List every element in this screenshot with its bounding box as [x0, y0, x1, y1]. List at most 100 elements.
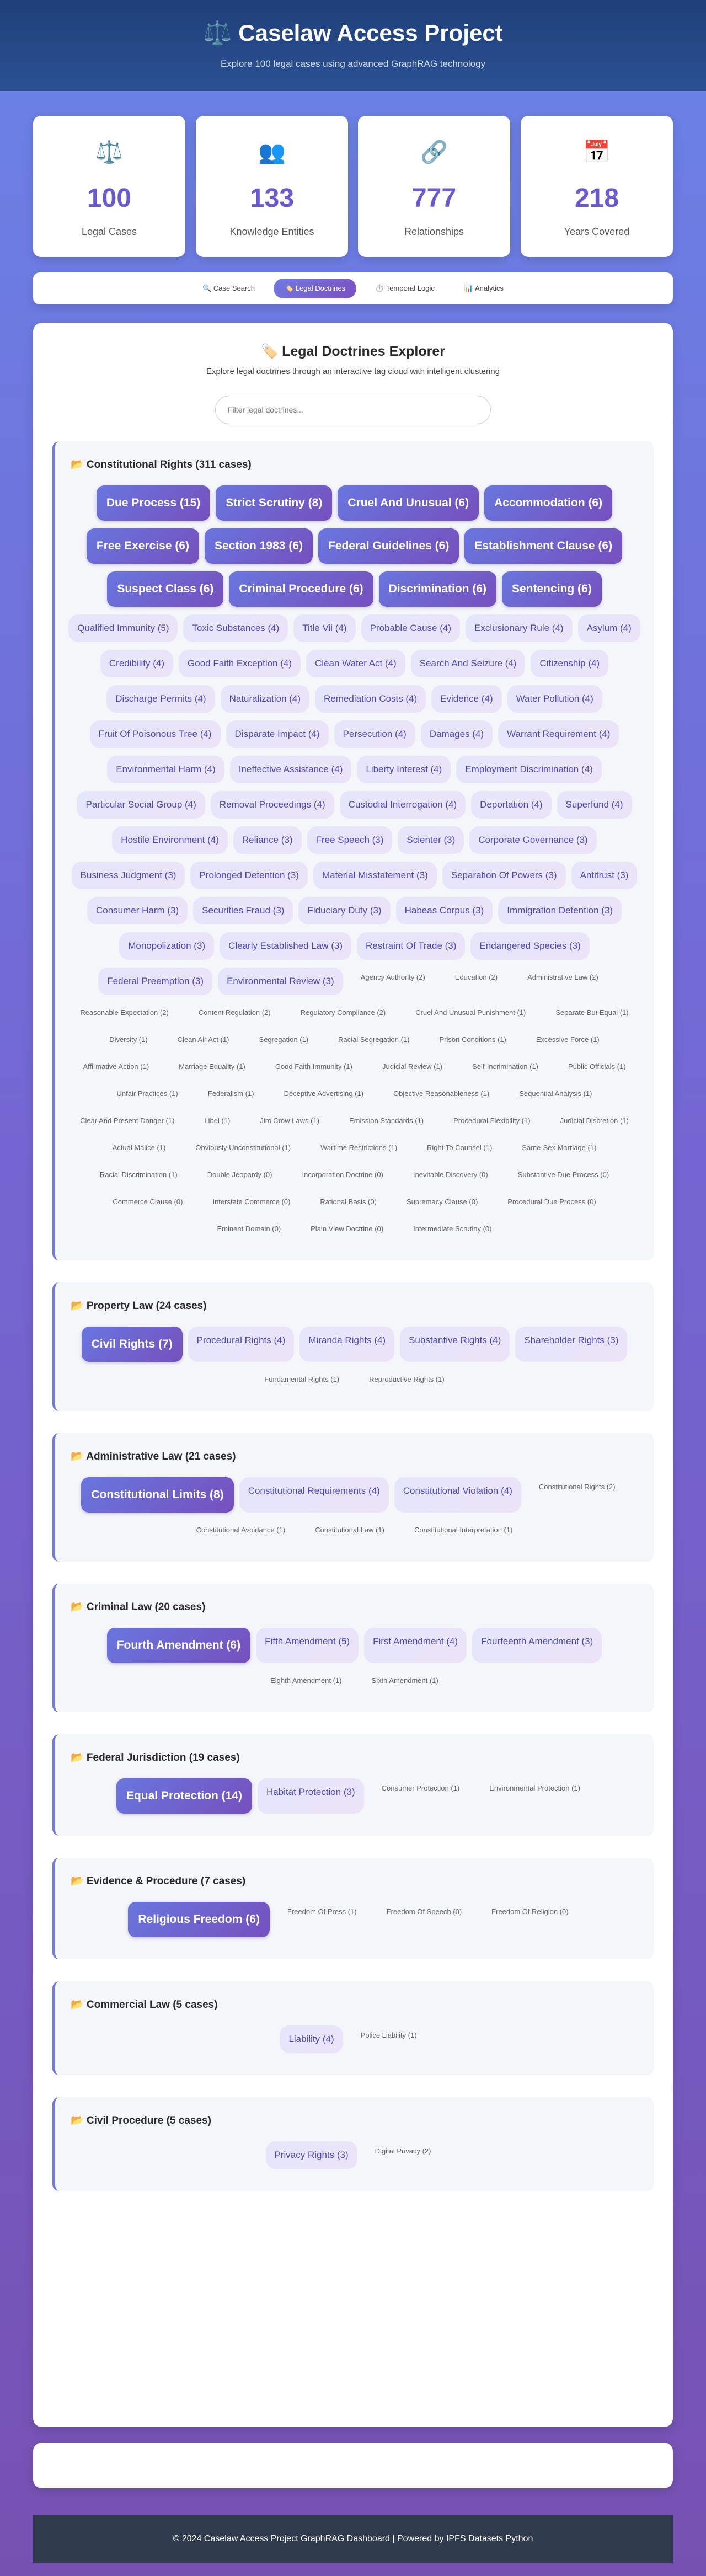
doctrine-tag[interactable]: Damages (4) — [420, 720, 493, 748]
doctrine-tag[interactable]: Double Jeopardy (0) — [195, 1165, 285, 1184]
doctrine-tag[interactable]: Civil Rights (7) — [81, 1327, 183, 1362]
doctrine-tag[interactable]: Inevitable Discovery (0) — [401, 1165, 500, 1184]
doctrine-tag[interactable]: Qualified Immunity (5) — [68, 614, 178, 642]
doctrine-tag[interactable]: Removal Proceedings (4) — [210, 791, 334, 819]
doctrine-tag[interactable]: Reproductive Rights (1) — [357, 1370, 457, 1389]
doctrine-tag[interactable]: Ineffective Assistance (4) — [229, 756, 352, 783]
doctrine-tag[interactable]: Prolonged Detention (3) — [190, 862, 308, 889]
doctrine-tag[interactable]: Commerce Clause (0) — [100, 1192, 195, 1211]
doctrine-tag[interactable]: Endangered Species (3) — [470, 932, 590, 960]
doctrine-tag[interactable]: Procedural Flexibility (1) — [441, 1111, 542, 1130]
doctrine-tag[interactable]: Diversity (1) — [97, 1030, 159, 1049]
doctrine-tag[interactable]: Scienter (3) — [398, 826, 464, 854]
doctrine-tag[interactable]: Free Exercise (6) — [86, 528, 200, 564]
doctrine-tag[interactable]: Excessive Force (1) — [524, 1030, 612, 1049]
doctrine-tag[interactable]: Habeas Corpus (3) — [395, 897, 493, 924]
doctrine-tag[interactable]: Liability (4) — [280, 2025, 343, 2053]
doctrine-tag[interactable]: Strict Scrutiny (8) — [216, 485, 333, 521]
doctrine-tag[interactable]: Clean Water Act (4) — [306, 650, 405, 677]
doctrine-tag[interactable]: Hostile Environment (4) — [112, 826, 228, 854]
doctrine-tag[interactable]: Constitutional Violation (4) — [394, 1477, 521, 1513]
doctrine-tag[interactable]: Federal Guidelines (6) — [318, 528, 459, 564]
doctrine-tag[interactable]: Unfair Practices (1) — [105, 1084, 190, 1103]
doctrine-tag[interactable]: Federal Preemption (3) — [98, 968, 213, 995]
doctrine-tag[interactable]: Regulatory Compliance (2) — [288, 1003, 398, 1022]
doctrine-tag[interactable]: Plain View Doctrine (0) — [298, 1219, 395, 1238]
doctrine-tag[interactable]: Judicial Review (1) — [370, 1057, 454, 1076]
doctrine-tag[interactable]: Persecution (4) — [334, 720, 415, 748]
doctrine-tag[interactable]: Constitutional Law (1) — [303, 1520, 397, 1540]
doctrine-tag[interactable]: Cruel And Unusual (6) — [338, 485, 479, 521]
doctrine-tag[interactable]: Sentencing (6) — [502, 571, 602, 607]
doctrine-tag[interactable]: Fifth Amendment (5) — [256, 1628, 359, 1663]
doctrine-tag[interactable]: Libel (1) — [192, 1111, 242, 1130]
doctrine-tag[interactable]: Criminal Procedure (6) — [229, 571, 373, 607]
doctrine-tag[interactable]: Constitutional Requirements (4) — [239, 1477, 389, 1513]
doctrine-tag[interactable]: Sequential Analysis (1) — [507, 1084, 604, 1103]
doctrine-tag[interactable]: Toxic Substances (4) — [183, 614, 288, 642]
doctrine-tag[interactable]: Miranda Rights (4) — [299, 1327, 395, 1362]
doctrine-tag[interactable]: Intermediate Scrutiny (0) — [401, 1219, 504, 1238]
doctrine-tag[interactable]: Cruel And Unusual Punishment (1) — [403, 1003, 538, 1022]
doctrine-tag[interactable]: Racial Discrimination (1) — [88, 1165, 190, 1184]
doctrine-tag[interactable]: Shareholder Rights (3) — [515, 1327, 628, 1362]
doctrine-tag[interactable]: Free Speech (3) — [307, 826, 393, 854]
doctrine-tag[interactable]: Consumer Harm (3) — [87, 897, 188, 924]
doctrine-tag[interactable]: Fiduciary Duty (3) — [298, 897, 391, 924]
doctrine-tag[interactable]: Liberty Interest (4) — [357, 756, 451, 783]
doctrine-tag[interactable]: Business Judgment (3) — [71, 862, 185, 889]
doctrine-tag[interactable]: Section 1983 (6) — [205, 528, 313, 564]
doctrine-tag[interactable]: Objective Reasonableness (1) — [381, 1084, 501, 1103]
doctrine-tag[interactable]: Obviously Unconstitutional (1) — [183, 1138, 303, 1157]
doctrine-tag[interactable]: Reasonable Expectation (2) — [68, 1003, 180, 1022]
doctrine-tag[interactable]: Consumer Protection (1) — [370, 1778, 472, 1814]
tab-analytics[interactable]: 📊 Analytics — [453, 279, 515, 298]
doctrine-tag[interactable]: Segregation (1) — [247, 1030, 321, 1049]
doctrine-tag[interactable]: Sixth Amendment (1) — [359, 1671, 450, 1690]
doctrine-tag[interactable]: Wartime Restrictions (1) — [308, 1138, 409, 1157]
doctrine-tag[interactable]: Citizenship (4) — [531, 650, 609, 677]
doctrine-tag[interactable]: Supremacy Clause (0) — [394, 1192, 490, 1211]
doctrine-tag[interactable]: Material Misstatement (3) — [313, 862, 437, 889]
doctrine-tag[interactable]: Deceptive Advertising (1) — [272, 1084, 376, 1103]
doctrine-tag[interactable]: Fourth Amendment (6) — [106, 1628, 251, 1663]
doctrine-tag[interactable]: Immigration Detention (3) — [498, 897, 622, 924]
doctrine-tag[interactable]: Custodial Interrogation (4) — [339, 791, 466, 819]
doctrine-tag[interactable]: Asylum (4) — [577, 614, 640, 642]
doctrine-tag[interactable]: Restraint Of Trade (3) — [357, 932, 466, 960]
doctrine-tag[interactable]: Naturalization (4) — [220, 685, 310, 713]
doctrine-tag[interactable]: Freedom Of Press (1) — [275, 1902, 369, 1937]
doctrine-tag[interactable]: Constitutional Rights (2) — [527, 1477, 628, 1513]
doctrine-tag[interactable]: Fundamental Rights (1) — [252, 1370, 351, 1389]
doctrine-tag[interactable]: Substantive Rights (4) — [400, 1327, 510, 1362]
doctrine-tag[interactable]: Judicial Discretion (1) — [548, 1111, 641, 1130]
doctrine-tag[interactable]: Due Process (15) — [96, 485, 211, 521]
doctrine-tag[interactable]: Warrant Requirement (4) — [498, 720, 619, 748]
doctrine-tag[interactable]: Incorporation Doctrine (0) — [290, 1165, 395, 1184]
doctrine-tag[interactable]: Self-Incrimination (1) — [460, 1057, 550, 1076]
doctrine-tag[interactable]: Constitutional Avoidance (1) — [184, 1520, 298, 1540]
doctrine-tag[interactable]: Equal Protection (14) — [116, 1778, 252, 1814]
doctrine-tag[interactable]: Clear And Present Danger (1) — [68, 1111, 186, 1130]
tab-temporal-logic[interactable]: ⏱️ Temporal Logic — [364, 279, 446, 298]
doctrine-tag[interactable]: Right To Counsel (1) — [415, 1138, 504, 1157]
doctrine-tag[interactable]: Racial Segregation (1) — [326, 1030, 421, 1049]
doctrine-tag[interactable]: Digital Privacy (2) — [363, 2141, 443, 2169]
doctrine-tag[interactable]: Emission Standards (1) — [337, 1111, 436, 1130]
doctrine-tag[interactable]: Procedural Due Process (0) — [495, 1192, 608, 1211]
doctrine-tag[interactable]: Good Faith Exception (4) — [179, 650, 301, 677]
doctrine-tag[interactable]: Deportation (4) — [471, 791, 552, 819]
doctrine-tag[interactable]: Religious Freedom (6) — [128, 1902, 270, 1937]
doctrine-tag[interactable]: Actual Malice (1) — [100, 1138, 178, 1157]
doctrine-tag[interactable]: Agency Authority (2) — [349, 968, 437, 995]
doctrine-tag[interactable]: Disparate Impact (4) — [226, 720, 329, 748]
doctrine-tag[interactable]: Securities Fraud (3) — [193, 897, 293, 924]
doctrine-tag[interactable]: Corporate Governance (3) — [469, 826, 597, 854]
doctrine-tag[interactable]: Clearly Established Law (3) — [220, 932, 352, 960]
doctrine-tag[interactable]: First Amendment (4) — [364, 1628, 467, 1663]
doctrine-tag[interactable]: Discharge Permits (4) — [106, 685, 215, 713]
doctrine-tag[interactable]: Jim Crow Laws (1) — [248, 1111, 331, 1130]
doctrine-tag[interactable]: Constitutional Interpretation (1) — [402, 1520, 525, 1540]
doctrine-tag[interactable]: Prison Conditions (1) — [427, 1030, 518, 1049]
doctrine-tag[interactable]: Accommodation (6) — [484, 485, 613, 521]
